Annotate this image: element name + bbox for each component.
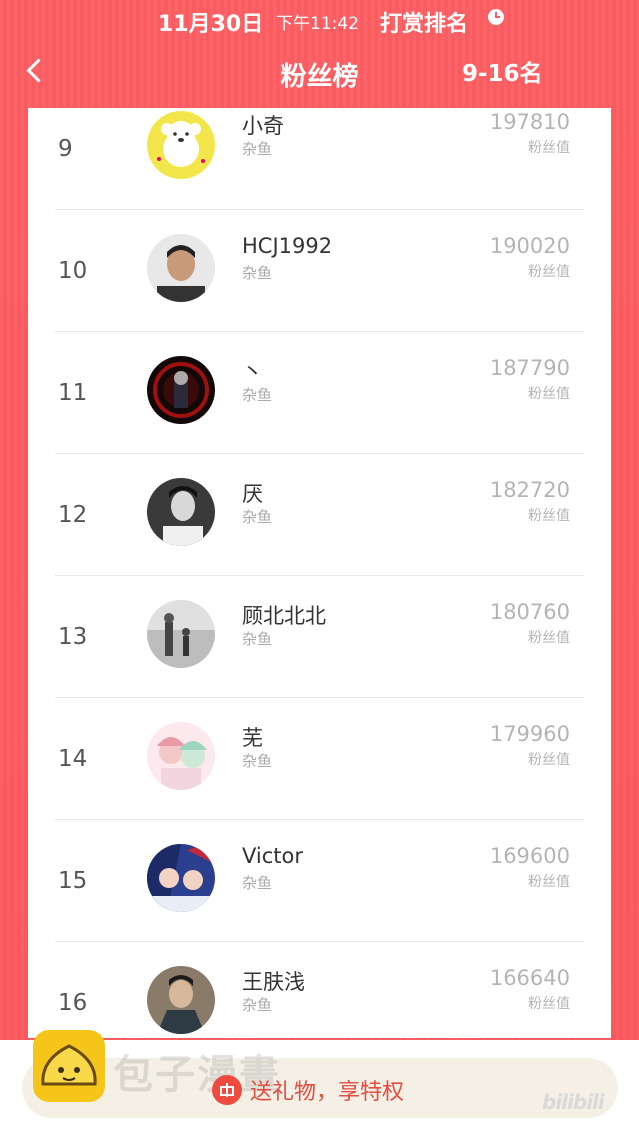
send-gift-button[interactable]: 送礼物，享特权 <box>212 1072 404 1108</box>
nav-bar: 粉丝榜 9-16名 <box>0 40 639 106</box>
rank-number: 14 <box>58 746 88 772</box>
fan-score: 179960 <box>489 722 570 746</box>
rank-number: 10 <box>58 258 88 284</box>
gift-icon <box>212 1075 242 1105</box>
app-logo-icon <box>33 1030 105 1102</box>
send-gift-label: 送礼物，享特权 <box>250 1080 405 1105</box>
list-item[interactable]: 9 小奇 杂鱼 197810 粉丝值 <box>28 108 611 210</box>
avatar[interactable] <box>147 600 215 668</box>
user-level: 杂鱼 <box>242 508 273 526</box>
fan-score-label: 粉丝值 <box>528 874 570 890</box>
list-item[interactable]: 11 丶 杂鱼 187790 粉丝值 <box>28 332 611 454</box>
user-level: 杂鱼 <box>242 140 273 158</box>
status-time: 下午11:42 <box>276 14 359 34</box>
fan-score: 166640 <box>489 966 570 990</box>
fan-ranking-list: 9 小奇 杂鱼 197810 粉丝值 10 HCJ1992 杂鱼 190020 … <box>28 108 611 1038</box>
rank-number: 15 <box>58 868 88 894</box>
avatar[interactable] <box>147 111 215 179</box>
status-bar: 11月30日 下午11:42 打赏排名 <box>0 0 639 40</box>
list-item[interactable]: 16 王肤浅 杂鱼 166640 粉丝值 <box>28 942 611 1038</box>
fan-score: 182720 <box>489 478 570 502</box>
user-name: 王肤浅 <box>242 970 305 994</box>
status-title: 打赏排名 <box>380 12 469 37</box>
fan-score-label: 粉丝值 <box>528 996 570 1012</box>
user-name: 小奇 <box>242 114 284 138</box>
fan-score: 190020 <box>489 234 570 258</box>
rank-number: 9 <box>58 136 73 162</box>
alarm-clock-icon <box>488 9 504 25</box>
rank-number: 12 <box>58 502 88 528</box>
user-name: 顾北北北 <box>242 604 326 628</box>
list-item[interactable]: 15 Victor 杂鱼 169600 粉丝值 <box>28 820 611 942</box>
user-name: HCJ1992 <box>242 234 333 258</box>
fan-score: 180760 <box>489 600 570 624</box>
list-item[interactable]: 13 顾北北北 杂鱼 180760 粉丝值 <box>28 576 611 698</box>
rank-number: 13 <box>58 624 88 650</box>
list-item[interactable]: 12 厌 杂鱼 182720 粉丝值 <box>28 454 611 576</box>
avatar[interactable] <box>147 722 215 790</box>
rank-number: 16 <box>58 990 88 1016</box>
fan-score: 169600 <box>489 844 570 868</box>
list-item[interactable]: 10 HCJ1992 杂鱼 190020 粉丝值 <box>28 210 611 332</box>
fan-score-label: 粉丝值 <box>528 752 570 768</box>
user-level: 杂鱼 <box>242 996 273 1014</box>
rank-number: 11 <box>58 380 88 406</box>
fan-score-label: 粉丝值 <box>528 264 570 280</box>
user-name: 厌 <box>242 482 263 506</box>
rank-range: 9-16名 <box>462 61 543 87</box>
fan-score-label: 粉丝值 <box>528 630 570 646</box>
avatar[interactable] <box>147 844 215 912</box>
fan-score-label: 粉丝值 <box>528 508 570 524</box>
list-item[interactable]: 14 芜 杂鱼 179960 粉丝值 <box>28 698 611 820</box>
user-level: 杂鱼 <box>242 752 273 770</box>
user-name: 丶 <box>242 360 263 384</box>
fan-score: 197810 <box>489 110 570 134</box>
fan-score: 187790 <box>489 356 570 380</box>
avatar[interactable] <box>147 966 215 1034</box>
page-title: 粉丝榜 <box>280 62 359 92</box>
user-level: 杂鱼 <box>242 386 273 404</box>
user-level: 杂鱼 <box>242 630 273 648</box>
bilibili-logo: bilibili <box>542 1090 605 1114</box>
user-name: Victor <box>242 844 304 868</box>
user-level: 杂鱼 <box>242 264 273 282</box>
fan-score-label: 粉丝值 <box>528 386 570 402</box>
status-date: 11月30日 <box>158 12 264 37</box>
avatar[interactable] <box>147 356 215 424</box>
avatar[interactable] <box>147 234 215 302</box>
user-name: 芜 <box>242 726 263 750</box>
fan-score-label: 粉丝值 <box>528 140 570 156</box>
avatar[interactable] <box>147 478 215 546</box>
user-level: 杂鱼 <box>242 874 273 892</box>
